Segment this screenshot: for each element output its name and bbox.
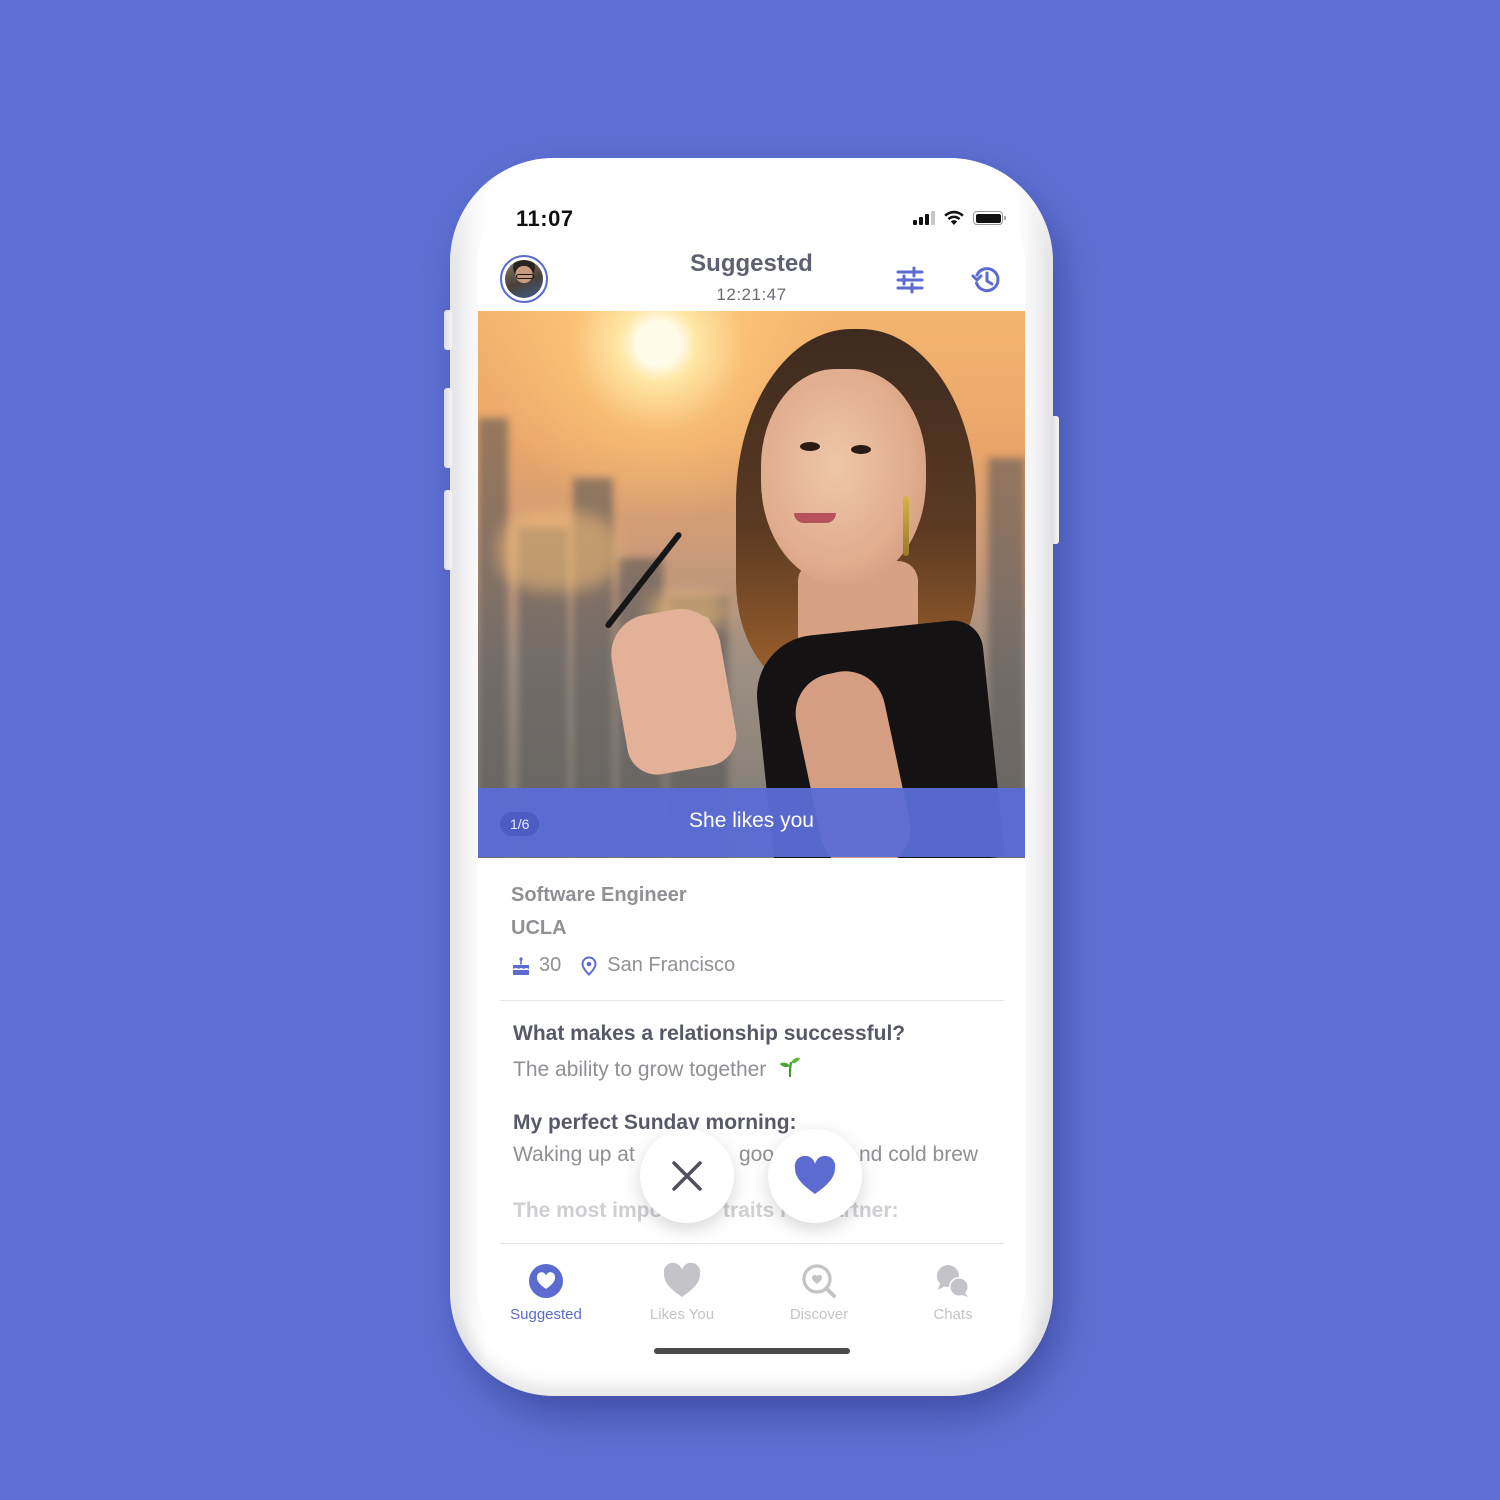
volume-down-button: [444, 490, 452, 570]
photo-detail: [800, 442, 820, 451]
profile-photo[interactable]: [478, 311, 1025, 858]
top-header: Suggested 12:21:47: [478, 248, 1025, 310]
prompt-answer-fragment: nd cold brew: [859, 1143, 979, 1166]
photo-detail: [903, 496, 909, 556]
countdown-timer: 12:21:47: [716, 285, 787, 304]
status-time: 11:07: [516, 206, 574, 231]
like-button[interactable]: [768, 1129, 862, 1223]
divider: [500, 1243, 1004, 1244]
prompt-answer-text: The ability to grow together: [513, 1058, 767, 1081]
tab-chats[interactable]: Chats: [885, 1262, 1021, 1323]
location: San Francisco: [607, 954, 736, 976]
bottom-tab-bar: Suggested Likes You Discover Chats: [478, 1252, 1025, 1332]
signal-icon: [913, 211, 935, 225]
prompt-question: My perfect Sunday morning:: [513, 1111, 797, 1134]
chats-icon: [937, 1265, 969, 1297]
history-icon[interactable]: [970, 264, 1002, 296]
profile-info: Software Engineer UCLA 30 San Francisco: [511, 884, 735, 977]
close-icon: [672, 1161, 702, 1191]
app-screen: 11:07 Suggested 12:21:47 1/6 She likes y…: [478, 184, 1025, 1370]
tab-discover[interactable]: Discover: [751, 1262, 887, 1323]
tab-label: Chats: [933, 1306, 973, 1323]
job-title: Software Engineer: [511, 884, 687, 906]
volume-up-button: [444, 388, 452, 468]
mute-switch: [444, 310, 452, 350]
photo-detail: [851, 445, 871, 454]
heart-icon: [663, 1262, 701, 1297]
wifi-icon: [944, 210, 964, 225]
location-pin-icon: [581, 955, 597, 976]
home-indicator[interactable]: [654, 1348, 850, 1354]
age: 30: [539, 954, 562, 976]
page-title: Suggested: [690, 250, 813, 277]
divider: [500, 1000, 1004, 1001]
birthday-cake-icon: [513, 956, 529, 975]
discover-icon: [802, 1264, 836, 1298]
tab-suggested[interactable]: Suggested: [478, 1262, 614, 1323]
she-likes-you-banner: 1/6 She likes you: [478, 788, 1025, 857]
banner-text: She likes you: [689, 809, 814, 832]
battery-icon: [973, 211, 1006, 225]
tab-label: Suggested: [510, 1306, 582, 1323]
status-icons: [913, 210, 1006, 226]
photo-detail: [794, 513, 836, 523]
power-button: [1051, 416, 1059, 544]
tab-label: Discover: [789, 1306, 849, 1323]
pass-button[interactable]: [640, 1129, 734, 1223]
heart-icon: [794, 1156, 836, 1194]
seedling-icon: [780, 1057, 801, 1078]
photo-detail: [761, 369, 926, 584]
profile-meta: 30 San Francisco: [511, 954, 735, 977]
tab-label: Likes You: [649, 1306, 715, 1323]
prompt-card: What makes a relationship successful? Th…: [513, 1022, 906, 1081]
prompt-answer: The ability to grow together: [513, 1054, 905, 1081]
suggested-heart-icon: [529, 1264, 563, 1298]
tab-likes-you[interactable]: Likes You: [614, 1262, 750, 1323]
photo-detail: [498, 511, 618, 591]
prompt-answer-fragment: Waking up at: [513, 1143, 635, 1166]
school: UCLA: [511, 917, 567, 939]
prompt-question-fragment: The most impo: [513, 1199, 663, 1222]
prompt-question: What makes a relationship successful?: [513, 1022, 906, 1045]
sliders-icon[interactable]: [894, 264, 926, 296]
